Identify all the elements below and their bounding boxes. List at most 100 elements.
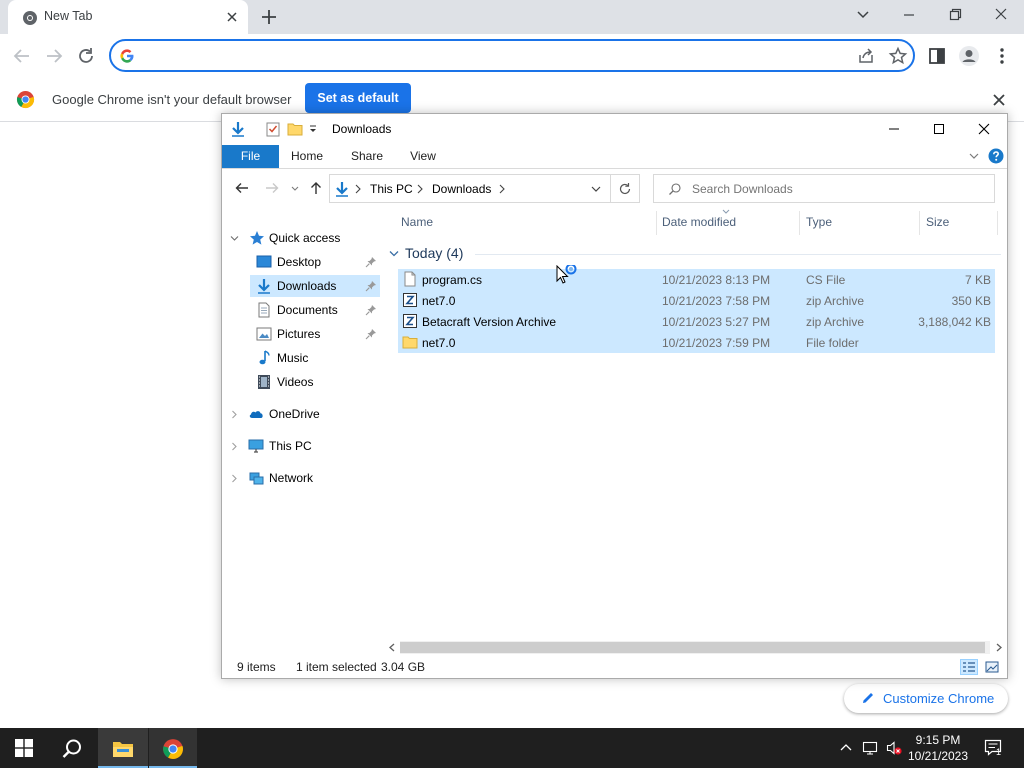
- column-divider[interactable]: [656, 211, 657, 235]
- nav-item-onedrive[interactable]: OneDrive: [222, 403, 383, 425]
- nav-item-pictures[interactable]: Pictures: [222, 323, 383, 345]
- ribbon-expand-chevron-icon[interactable]: [968, 150, 980, 162]
- customize-chrome-label: Customize Chrome: [883, 691, 995, 706]
- clock-date: 10/21/2023: [907, 749, 969, 763]
- nav-item-documents[interactable]: Documents: [222, 299, 383, 321]
- column-divider[interactable]: [799, 211, 800, 235]
- nav-item-music[interactable]: Music: [222, 347, 383, 369]
- customize-qat-dropdown-icon[interactable]: [308, 121, 318, 137]
- reload-icon[interactable]: [75, 45, 97, 67]
- taskbar-clock[interactable]: 9:15 PM 10/21/2023: [906, 732, 970, 764]
- refresh-button[interactable]: [611, 174, 640, 203]
- tab-search-chevron-icon[interactable]: [851, 5, 875, 25]
- volume-muted-icon[interactable]: [886, 740, 902, 756]
- expand-chevron-right-icon[interactable]: [230, 442, 239, 451]
- up-arrow-icon[interactable]: [308, 180, 324, 196]
- bookmark-star-icon[interactable]: [887, 45, 909, 67]
- explorer-status-bar: 9 items 1 item selected 3.04 GB: [222, 656, 1007, 678]
- file-row[interactable]: net7.0 10/21/2023 7:59 PM File folder: [398, 332, 995, 353]
- search-downloads-box[interactable]: [653, 174, 995, 203]
- chrome-close-icon[interactable]: [989, 5, 1013, 25]
- nav-item-network[interactable]: Network: [222, 467, 383, 489]
- ribbon-tab-view[interactable]: View: [402, 145, 444, 168]
- breadcrumb-separator-icon[interactable]: [354, 184, 362, 194]
- nav-back-arrow-icon[interactable]: [234, 180, 250, 196]
- omnibox[interactable]: [109, 39, 915, 72]
- file-date-modified: 10/21/2023 8:13 PM: [662, 273, 771, 287]
- breadcrumb-separator-icon[interactable]: [416, 184, 424, 194]
- nav-item-this-pc[interactable]: This PC: [222, 435, 383, 457]
- group-header-today[interactable]: Today (4): [383, 244, 1007, 264]
- network-status-icon[interactable]: [862, 740, 878, 756]
- explorer-ribbon: File Home Share View: [222, 145, 1007, 169]
- column-divider[interactable]: [919, 211, 920, 235]
- column-header-type[interactable]: Type: [806, 215, 832, 229]
- nav-item-videos[interactable]: Videos: [222, 371, 383, 393]
- file-row[interactable]: Betacraft Version Archive 10/21/2023 5:2…: [398, 311, 995, 332]
- breadcrumb-separator-icon[interactable]: [498, 184, 506, 194]
- details-view-icon[interactable]: [960, 659, 978, 675]
- pin-icon: [365, 280, 377, 292]
- taskbar-search-button[interactable]: [48, 728, 96, 768]
- chrome-minimize-icon[interactable]: [897, 5, 921, 25]
- start-button[interactable]: [0, 728, 48, 768]
- nav-item-quick-access[interactable]: Quick access: [222, 227, 383, 249]
- explorer-close-icon[interactable]: [975, 120, 993, 138]
- horizontal-scrollbar[interactable]: [383, 639, 1007, 656]
- customize-chrome-button[interactable]: Customize Chrome: [844, 684, 1008, 713]
- action-center-icon[interactable]: 1: [984, 739, 1004, 757]
- tab-close-icon[interactable]: [224, 9, 240, 25]
- chrome-menu-icon[interactable]: [991, 45, 1013, 67]
- nav-forward-arrow-icon[interactable]: [264, 180, 280, 196]
- ribbon-tab-file[interactable]: File: [222, 145, 279, 168]
- file-row[interactable]: program.cs 10/21/2023 8:13 PM CS File 7 …: [398, 269, 995, 290]
- explorer-minimize-icon[interactable]: [885, 120, 903, 138]
- explorer-window-title: Downloads: [332, 122, 392, 136]
- expand-chevron-down-icon[interactable]: [230, 234, 239, 243]
- set-as-default-button[interactable]: Set as default: [305, 83, 411, 113]
- breadcrumb-downloads[interactable]: Downloads: [432, 182, 491, 196]
- properties-checkbox-icon[interactable]: [265, 121, 281, 137]
- taskbar-chrome[interactable]: [149, 728, 197, 768]
- large-icons-view-icon[interactable]: [983, 659, 1001, 675]
- recent-locations-chevron-icon[interactable]: [290, 180, 300, 196]
- nav-item-downloads[interactable]: Downloads: [250, 275, 380, 297]
- column-header-date-modified[interactable]: Date modified: [662, 215, 736, 229]
- ribbon-tab-share[interactable]: Share: [344, 145, 390, 168]
- infobar-close-icon[interactable]: [991, 92, 1007, 108]
- taskbar-file-explorer[interactable]: [98, 728, 148, 768]
- chrome-tab-new-tab[interactable]: New Tab: [8, 0, 248, 34]
- side-panel-icon[interactable]: [926, 45, 948, 67]
- expand-chevron-right-icon[interactable]: [230, 410, 239, 419]
- breadcrumb-this-pc[interactable]: This PC: [370, 182, 413, 196]
- column-header-name[interactable]: Name: [401, 215, 433, 229]
- scroll-left-arrow-icon[interactable]: [388, 643, 396, 652]
- profile-avatar-icon[interactable]: [958, 45, 980, 67]
- nav-item-desktop[interactable]: Desktop: [222, 251, 383, 273]
- nav-label: Downloads: [277, 279, 337, 293]
- omnibox-input[interactable]: [143, 45, 843, 67]
- help-icon[interactable]: [988, 148, 1004, 164]
- expand-chevron-right-icon[interactable]: [230, 474, 239, 483]
- new-tab-icon[interactable]: [259, 7, 279, 27]
- scrollbar-thumb[interactable]: [400, 642, 985, 653]
- file-type: zip Archive: [806, 315, 865, 329]
- address-history-chevron-icon[interactable]: [590, 183, 602, 195]
- show-hidden-icons-chevron-icon[interactable]: [838, 740, 854, 756]
- chrome-restore-icon[interactable]: [943, 5, 967, 25]
- forward-arrow-icon[interactable]: [43, 45, 65, 67]
- column-header-size[interactable]: Size: [926, 215, 949, 229]
- navigation-pane: Quick access Desktop Downloads Documents…: [222, 207, 383, 647]
- ribbon-tab-home[interactable]: Home: [284, 145, 330, 168]
- search-input[interactable]: [692, 180, 982, 198]
- explorer-maximize-icon[interactable]: [930, 120, 948, 138]
- address-bar[interactable]: This PC Downloads: [329, 174, 611, 203]
- file-row[interactable]: net7.0 10/21/2023 7:58 PM zip Archive 35…: [398, 290, 995, 311]
- collapse-group-chevron-icon[interactable]: [389, 250, 399, 258]
- back-arrow-icon[interactable]: [11, 45, 33, 67]
- column-divider[interactable]: [997, 211, 998, 235]
- scroll-right-arrow-icon[interactable]: [995, 643, 1003, 652]
- onedrive-cloud-icon: [248, 406, 264, 422]
- new-folder-icon[interactable]: [287, 121, 303, 137]
- share-icon[interactable]: [855, 45, 877, 67]
